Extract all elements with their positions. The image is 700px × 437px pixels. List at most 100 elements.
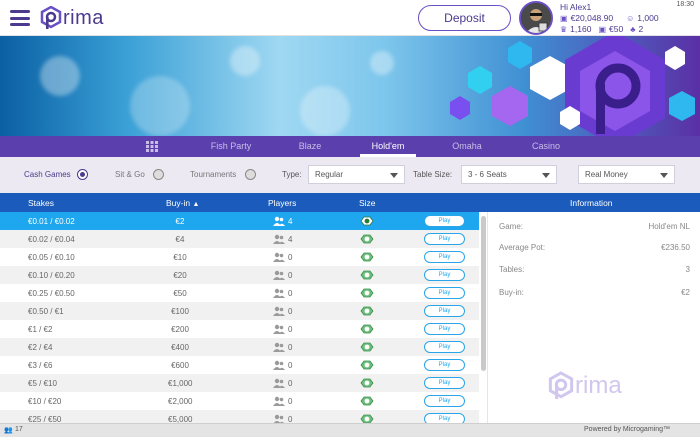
row-buyin: €100 [171,307,189,316]
row-stakes: €0.50 / €1 [28,307,64,316]
table-row[interactable]: €0.05 / €0.10 €10 0 Play [0,248,479,266]
table-size-icon [360,252,374,262]
play-button[interactable]: Play [424,377,465,389]
table-row[interactable]: €0.02 / €0.04 €4 4 Play [0,230,479,248]
table-size-select-value: 3 - 6 Seats [468,170,507,179]
table-row[interactable]: €0.01 / €0.02 €2 4 Play [0,212,479,230]
stat1-value: 1,160 [570,24,592,34]
prima-logo-icon [40,6,62,29]
tab-fish-party[interactable]: Fish Party [200,136,262,157]
row-buyin: €200 [171,325,189,334]
players-icon [273,252,285,262]
list-scrollbar[interactable] [481,216,486,371]
information-header: Information [570,198,613,208]
row-buyin: €10 [173,253,187,262]
bonus-icon: ▣ [598,25,607,34]
table-row[interactable]: €0.50 / €1 €100 0 Play [0,302,479,320]
type-select-value: Regular [315,170,344,179]
tab-omaha[interactable]: Omaha [442,136,492,157]
avatar[interactable] [519,1,553,35]
play-button[interactable]: Play [424,305,465,317]
play-button[interactable]: Play [424,287,465,299]
row-stakes: €0.01 / €0.02 [28,217,75,226]
type-select[interactable]: Regular [308,165,405,184]
logo-text: rima [63,6,104,29]
deposit-button[interactable]: Deposit [418,5,511,31]
row-stakes: €0.10 / €0.20 [28,271,75,280]
row-players: 4 [288,235,293,244]
tab-casino[interactable]: Casino [520,136,572,157]
row-buyin: €50 [173,289,187,298]
play-button[interactable]: Play [424,323,465,335]
online-players-icon: 👥 [4,427,13,434]
banner-hexagon-art-icon [450,36,695,136]
table-row[interactable]: €0.25 / €0.50 €50 0 Play [0,284,479,302]
play-button[interactable]: Play [424,359,465,371]
tab-blaze[interactable]: Blaze [285,136,335,157]
row-buyin: €4 [175,235,185,244]
tables-label: Tables: [499,265,525,274]
size-header[interactable]: Size [359,198,376,208]
type-label: Type: [282,170,302,179]
row-stakes: €2 / €4 [28,343,53,352]
play-button[interactable]: Play [424,269,465,281]
table-size-icon [360,378,374,388]
table-row[interactable]: €25 / €50 €5,000 0 Play [0,410,479,423]
play-button[interactable]: Play [424,341,465,353]
row-stakes: €25 / €50 [28,415,62,423]
table-size-icon [360,324,374,334]
avg-pot-label: Average Pot: [499,243,546,252]
buyin-header[interactable]: Buy-in ▲ [166,198,199,208]
table-size-icon [360,414,374,423]
table-row[interactable]: €2 / €4 €400 0 Play [0,338,479,356]
brand-logo[interactable]: rima [40,4,104,32]
sit-go-radio[interactable] [153,169,164,180]
cash-games-radio[interactable] [77,169,88,180]
play-button[interactable]: Play [424,413,465,423]
table-size-icon [360,396,374,406]
players-header[interactable]: Players [268,198,296,208]
table-row[interactable]: €0.10 / €0.20 €20 0 Play [0,266,479,284]
table-size-icon [360,234,374,244]
table-row[interactable]: €3 / €6 €600 0 Play [0,356,479,374]
tournaments-radio[interactable] [245,169,256,180]
table-size-select[interactable]: 3 - 6 Seats [461,165,557,184]
row-buyin: €5,000 [168,415,193,423]
play-button[interactable]: Play [424,395,465,407]
row-players: 0 [288,307,293,316]
row-players: 0 [288,343,293,352]
table-size-icon [360,288,374,298]
stat3-value: 2 [638,24,644,34]
players-icon [273,216,285,226]
table-row[interactable]: €1 / €2 €200 0 Play [0,320,479,338]
buyin-value: €2 [681,288,690,297]
information-panel: Game: Hold'em NL Average Pot: €236.50 Ta… [487,212,700,423]
row-players: 0 [288,325,293,334]
chevron-down-icon [390,173,398,178]
filter-bar: Cash Games Sit & Go Tournaments Type: Re… [0,157,700,193]
game-value: Hold'em NL [648,222,690,231]
table-size-label: Table Size: [413,170,453,179]
row-buyin: €2 [175,217,185,226]
row-buyin: €20 [173,271,187,280]
watermark-logo: rima [548,370,622,402]
trophy-icon: ♛ [560,25,568,34]
chevron-down-icon [542,173,550,178]
row-buyin: €400 [171,343,189,352]
table-row[interactable]: €10 / €20 €2,000 0 Play [0,392,479,410]
table-row[interactable]: €5 / €10 €1,000 0 Play [0,374,479,392]
row-buyin: €600 [171,361,189,370]
menu-icon[interactable] [10,10,30,26]
play-button[interactable]: Play [424,233,465,245]
money-select[interactable]: Real Money [578,165,675,184]
table-size-icon [360,342,374,352]
stakes-header[interactable]: Stakes [28,198,54,208]
table-size-icon [360,306,374,316]
play-button[interactable]: Play [424,215,465,227]
row-players: 0 [288,415,293,423]
play-button[interactable]: Play [424,251,465,263]
row-stakes: €10 / €20 [28,397,62,406]
row-players: 0 [288,271,293,280]
clock: 18:30 [676,1,694,8]
grid-view-icon[interactable] [146,141,158,152]
